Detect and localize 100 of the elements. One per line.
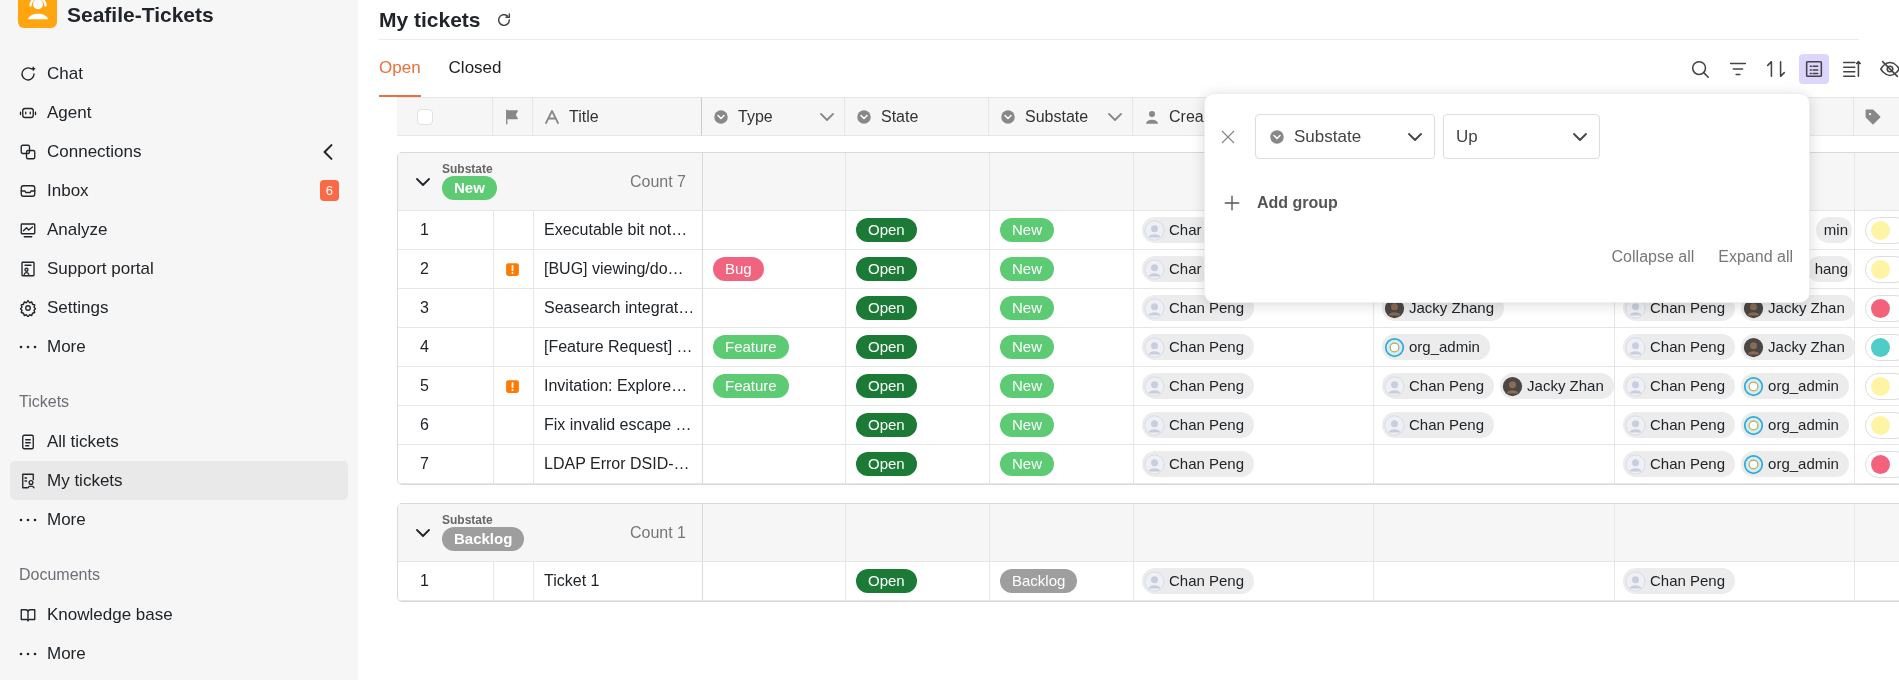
chevron-icon <box>323 143 333 160</box>
sidebar-item[interactable]: Knowledge base <box>10 595 348 634</box>
person-chip: Chan Peng <box>1623 333 1736 361</box>
group-action-link[interactable]: Expand all <box>1718 245 1793 269</box>
person-chip: Jacky Zhan <box>1500 372 1614 400</box>
substate-tag: Backlog <box>1000 569 1078 593</box>
person-chip: org_admin <box>1741 450 1849 478</box>
ticket-title[interactable]: Invitation: Explore… <box>544 374 688 398</box>
substate-tag: New <box>1000 218 1054 242</box>
person-chip: Chan Peng <box>1623 372 1736 400</box>
caret-icon <box>1408 132 1422 141</box>
column-title: Crea <box>1169 106 1204 127</box>
tab[interactable]: Closed <box>448 40 502 97</box>
caret-icon <box>1573 132 1587 141</box>
person-chip: org_admin <box>1741 372 1849 400</box>
ticket-title[interactable]: LDAP Error DSID-… <box>544 452 690 476</box>
state-tag: Open <box>856 452 917 476</box>
row-number: 1 <box>420 220 429 240</box>
state-tag: Open <box>856 374 917 398</box>
group-field-select[interactable]: Substate <box>1255 114 1435 159</box>
option-icon <box>712 107 730 126</box>
row-number: 7 <box>420 454 429 474</box>
person-chip: Chan Peng <box>1142 450 1255 478</box>
person-chip: min <box>1815 216 1852 244</box>
add-group-button[interactable]: Add group <box>1219 185 1342 221</box>
sidebar-item[interactable]: All tickets <box>10 422 348 461</box>
sidebar-item[interactable]: Settings <box>10 288 348 327</box>
section-heading: Tickets <box>18 392 71 412</box>
row-number: 6 <box>420 415 429 435</box>
group-icon[interactable] <box>1799 53 1829 84</box>
ticket-title[interactable]: [BUG] viewing/do… <box>544 257 684 281</box>
substate-tag: New <box>1000 335 1054 359</box>
state-tag: Open <box>856 335 917 359</box>
column-title: Substate <box>1025 106 1089 127</box>
state-tag: Open <box>856 296 917 320</box>
sidebar-item[interactable]: Chat <box>10 54 348 93</box>
state-tag: Open <box>856 218 917 242</box>
option-icon <box>855 107 873 126</box>
sidebar-item[interactable]: Connections <box>10 132 348 171</box>
state-tag: Open <box>856 257 917 281</box>
collapse-caret-icon[interactable] <box>416 528 430 537</box>
sidebar-item[interactable]: My tickets <box>10 461 348 500</box>
substate-tag: New <box>1000 257 1054 281</box>
ticket-title[interactable]: Ticket 1 <box>544 569 600 593</box>
person-chip: Jacky Zhan <box>1741 333 1854 361</box>
column-header[interactable]: Title <box>533 97 702 136</box>
column-title: Type <box>738 106 773 127</box>
clipboard-person-icon <box>19 471 37 490</box>
option-icon <box>1268 127 1286 146</box>
person-chip: Chan Peng <box>1382 372 1495 400</box>
clipboard-icon <box>19 432 37 451</box>
chart-icon <box>19 220 37 239</box>
column-header[interactable]: State <box>845 97 989 136</box>
sidebar-item[interactable]: Support portal <box>10 249 348 288</box>
row-number: 3 <box>420 298 429 318</box>
type-tag: Feature <box>713 374 789 398</box>
ticket-title[interactable]: Executable bit not… <box>544 218 688 242</box>
column-header[interactable]: Substate <box>989 97 1133 136</box>
page-title: My tickets <box>379 6 481 33</box>
person-chip: Chan Peng <box>1623 450 1736 478</box>
group-count: Count 7 <box>629 171 686 192</box>
group-field-label: Substate <box>442 162 494 177</box>
sidebar-item[interactable]: Analyze <box>10 210 348 249</box>
type-tag: Bug <box>713 257 764 281</box>
sidebar-item[interactable]: Inbox 6 <box>10 171 348 210</box>
sidebar-item[interactable]: More <box>10 327 348 366</box>
caret-icon <box>1108 112 1122 121</box>
option-icon <box>999 107 1017 126</box>
group-order-select[interactable]: Up <box>1443 114 1600 159</box>
person-chip: Chan Peng <box>1623 411 1736 439</box>
ticket-title[interactable]: Fix invalid escape … <box>544 413 692 437</box>
text-icon <box>543 107 561 126</box>
sidebar-item[interactable]: More <box>10 500 348 539</box>
more-icon <box>19 517 37 522</box>
state-tag: Open <box>856 413 917 437</box>
ticket-title[interactable]: Seasearch integrat… <box>544 296 695 320</box>
state-tag: Open <box>856 569 917 593</box>
row-number: 2 <box>420 259 429 279</box>
more-icon <box>19 651 37 656</box>
sidebar-item[interactable]: More <box>10 634 348 673</box>
type-tag: Feature <box>713 335 789 359</box>
ticket-title[interactable]: [Feature Request] … <box>544 335 693 359</box>
row-number: 4 <box>420 337 429 357</box>
caret-icon <box>820 112 834 121</box>
row-number: 1 <box>420 571 429 591</box>
substate-tag: New <box>1000 452 1054 476</box>
tag-icon <box>1864 107 1882 126</box>
count-badge: 6 <box>319 179 339 202</box>
person-chip: Chan Peng <box>1623 567 1736 595</box>
sidebar-item[interactable]: Agent <box>10 93 348 132</box>
group-action-link[interactable]: Collapse all <box>1611 245 1695 269</box>
substate-tag: New <box>1000 413 1054 437</box>
person-chip: org_admin <box>1741 411 1849 439</box>
person-chip: Chan Peng <box>1142 567 1255 595</box>
flag-icon <box>503 107 521 126</box>
column-title: Title <box>569 106 599 127</box>
select-all-checkbox[interactable] <box>416 108 433 125</box>
collapse-caret-icon[interactable] <box>416 177 430 186</box>
column-header[interactable]: Type <box>702 97 845 136</box>
more-icon <box>19 344 37 349</box>
